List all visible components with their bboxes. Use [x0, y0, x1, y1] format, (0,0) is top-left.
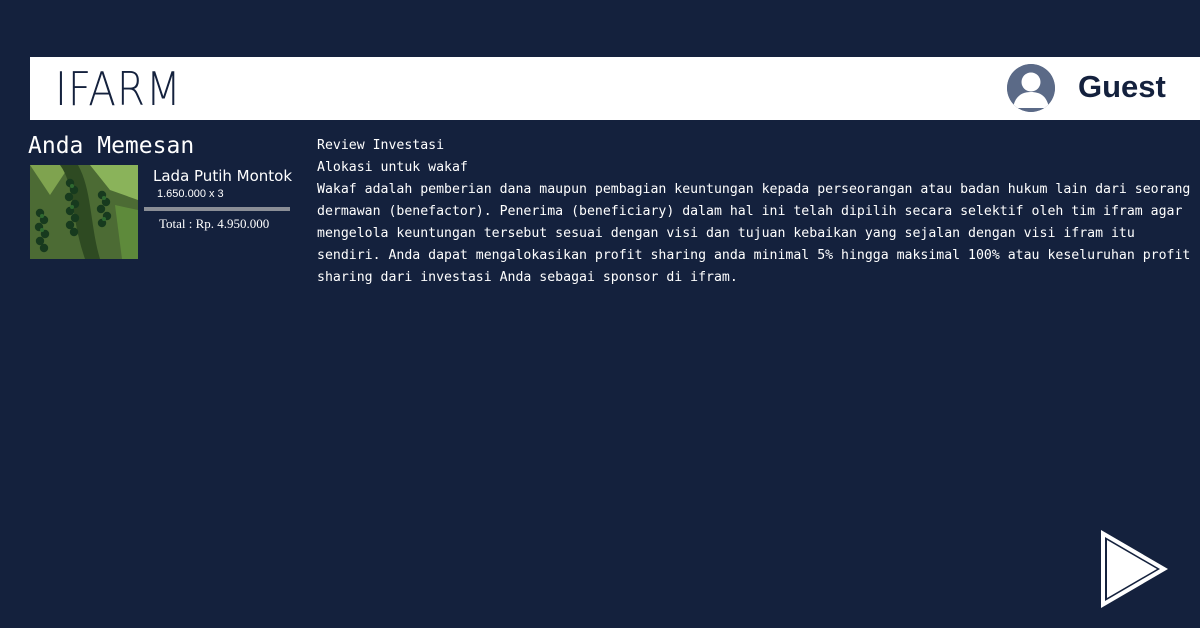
order-total: Total : Rp. 4.950.000 [159, 216, 270, 231]
review-title: Review Investasi [317, 138, 445, 153]
user-name[interactable]: Guest [1078, 68, 1166, 106]
app-logo[interactable]: IFARM [55, 61, 182, 117]
review-subtitle: Alokasi untuk wakaf [317, 160, 468, 175]
product-image [30, 165, 138, 259]
next-button[interactable] [1098, 528, 1172, 610]
review-section: Review Investasi Alokasi untuk wakaf Wak… [317, 135, 1197, 289]
order-heading: Anda Memesan [28, 133, 195, 159]
price-quantity: 1.650.000 x 3 [157, 188, 224, 200]
divider [144, 207, 290, 211]
user-avatar-icon[interactable] [1007, 64, 1055, 112]
product-name: Lada Putih Montok [153, 167, 293, 185]
review-body: Wakaf adalah pemberian dana maupun pemba… [317, 182, 1191, 285]
header-bar: IFARM Guest [30, 57, 1200, 120]
play-next-icon[interactable] [1098, 528, 1172, 610]
